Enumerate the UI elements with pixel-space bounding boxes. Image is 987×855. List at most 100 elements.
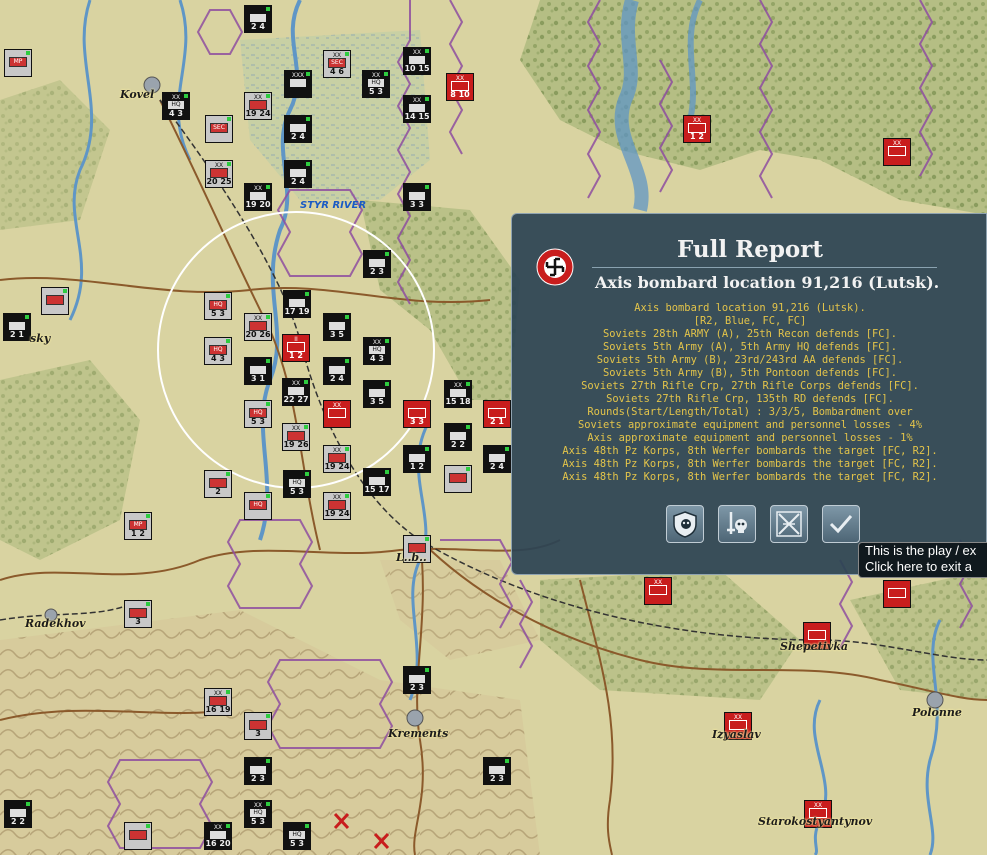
- unit-counter[interactable]: 3: [244, 712, 272, 740]
- shield-skull-button[interactable]: [666, 505, 704, 543]
- unit-type-symbol: [888, 588, 906, 598]
- unit-counter[interactable]: XX 22 27: [282, 378, 310, 406]
- unit-counter[interactable]: HQ: [244, 492, 272, 520]
- unit-strength-label: 19 26: [283, 440, 309, 449]
- unit-counter[interactable]: 3 3: [403, 400, 431, 428]
- unit-counter[interactable]: XX 19 24: [323, 445, 351, 473]
- unit-counter[interactable]: HQ 4 3: [204, 337, 232, 365]
- unit-status-indicator: [266, 402, 270, 406]
- unit-counter[interactable]: 1 2: [403, 445, 431, 473]
- unit-counter[interactable]: 15 17: [363, 468, 391, 496]
- unit-counter[interactable]: XX 19 24: [244, 92, 272, 120]
- unit-counter[interactable]: HQ 5 3: [244, 400, 272, 428]
- unit-counter[interactable]: II 1 2: [282, 334, 310, 362]
- unit-status-indicator: [345, 494, 349, 498]
- unit-counter[interactable]: 2 4: [244, 5, 272, 33]
- unit-counter[interactable]: XX 16 20: [204, 822, 232, 850]
- unit-counter[interactable]: 2 3: [403, 666, 431, 694]
- unit-counter[interactable]: XX 19 26: [282, 423, 310, 451]
- unit-counter[interactable]: HQ 5 3: [204, 292, 232, 320]
- unit-strength-label: 19 24: [324, 462, 350, 471]
- unit-status-indicator: [306, 162, 310, 166]
- unit-type-symbol: [46, 295, 64, 305]
- checkmark-icon: [829, 515, 853, 534]
- unit-strength-label: 3 3: [410, 200, 424, 209]
- unit-strength-label: 10 15: [404, 64, 430, 73]
- unit-counter[interactable]: XX HQ 4 3: [162, 92, 190, 120]
- unit-counter[interactable]: SEC: [205, 115, 233, 143]
- unit-counter[interactable]: XX 19 24: [323, 492, 351, 520]
- unit-status-indicator: [266, 802, 270, 806]
- unit-counter[interactable]: 2 4: [284, 160, 312, 188]
- unit-counter[interactable]: XX 15 18: [444, 380, 472, 408]
- unit-counter[interactable]: 3 3: [403, 183, 431, 211]
- unit-counter[interactable]: [124, 822, 152, 850]
- unit-status-indicator: [384, 72, 388, 76]
- unit-counter[interactable]: 2 3: [363, 250, 391, 278]
- unit-strength-label: 2 3: [251, 774, 265, 783]
- unit-counter[interactable]: MP 1 2: [124, 512, 152, 540]
- unit-counter[interactable]: 2 4: [284, 115, 312, 143]
- unit-strength-label: 2 4: [490, 462, 504, 471]
- unit-counter[interactable]: XX: [883, 138, 911, 166]
- unit-counter[interactable]: XX 20 25: [205, 160, 233, 188]
- unit-strength-label: 5 3: [211, 309, 225, 318]
- unit-counter[interactable]: 2 1: [483, 400, 511, 428]
- unit-counter[interactable]: XX 20 26: [244, 313, 272, 341]
- unit-counter[interactable]: 2 4: [323, 357, 351, 385]
- unit-counter[interactable]: XXX: [284, 70, 312, 98]
- unit-counter[interactable]: XX 19 20: [244, 183, 272, 211]
- shield-skull-icon: [673, 511, 697, 538]
- place-label-shepetivka: Shepetivka: [780, 640, 849, 653]
- unit-counter[interactable]: 3 1: [244, 357, 272, 385]
- report-line: Axis 48th Pz Korps, 8th Werfer bombards …: [562, 458, 938, 470]
- combat-button[interactable]: [770, 505, 808, 543]
- unit-counter[interactable]: 2 2: [444, 423, 472, 451]
- unit-strength-label: 2 1: [10, 330, 24, 339]
- unit-counter[interactable]: XX HQ 5 3: [362, 70, 390, 98]
- unit-counter[interactable]: XX: [323, 400, 351, 428]
- unit-counter[interactable]: XX 10 15: [403, 47, 431, 75]
- unit-strength-label: 15 18: [445, 397, 471, 406]
- unit-counter[interactable]: HQ 5 3: [283, 470, 311, 498]
- unit-counter[interactable]: [41, 287, 69, 315]
- unit-counter[interactable]: 2: [204, 470, 232, 498]
- confirm-button[interactable]: [822, 505, 860, 543]
- unit-counter[interactable]: XX HQ 4 3: [363, 337, 391, 365]
- unit-counter[interactable]: XX 8 10: [446, 73, 474, 101]
- unit-counter[interactable]: 17 19: [283, 290, 311, 318]
- unit-counter[interactable]: HQ 5 3: [283, 822, 311, 850]
- unit-counter[interactable]: MP: [4, 49, 32, 77]
- place-label-krements: Krements: [388, 727, 449, 740]
- unit-counter[interactable]: XX HQ 5 3: [244, 800, 272, 828]
- unit-strength-label: 2 4: [251, 22, 265, 31]
- report-subtitle: Axis bombard location 91,216 (Lutsk).: [595, 273, 940, 292]
- unit-counter[interactable]: 2 4: [483, 445, 511, 473]
- unit-status-indicator: [184, 94, 188, 98]
- unit-strength-label: 2 4: [330, 374, 344, 383]
- unit-counter[interactable]: 2 3: [483, 757, 511, 785]
- unit-counter[interactable]: XX 1 2: [683, 115, 711, 143]
- unit-counter[interactable]: XX SEC 4 6: [323, 50, 351, 78]
- sword-skull-icon: [727, 512, 747, 534]
- unit-strength-label: 4 3: [211, 354, 225, 363]
- unit-counter[interactable]: 2 1: [3, 313, 31, 341]
- sword-skull-button[interactable]: [718, 505, 756, 543]
- unit-counter[interactable]: 2 3: [244, 757, 272, 785]
- report-line: Soviets 5th Army (A), 5th Army HQ defend…: [602, 341, 898, 353]
- unit-strength-label: 2 1: [490, 417, 504, 426]
- unit-counter[interactable]: XX: [644, 577, 672, 605]
- report-line: Soviets 5th Army (B), 5th Pontoon defend…: [602, 367, 898, 379]
- unit-status-indicator: [226, 339, 230, 343]
- unit-counter[interactable]: XX 14 15: [403, 95, 431, 123]
- unit-counter[interactable]: 3: [124, 600, 152, 628]
- unit-counter[interactable]: [883, 580, 911, 608]
- unit-counter[interactable]: XX 16 19: [204, 688, 232, 716]
- unit-strength-label: 14 15: [404, 112, 430, 121]
- unit-status-indicator: [345, 447, 349, 451]
- unit-counter[interactable]: 2 2: [4, 800, 32, 828]
- unit-counter[interactable]: [444, 465, 472, 493]
- unit-strength-label: 1 2: [410, 462, 424, 471]
- unit-counter[interactable]: 3 5: [323, 313, 351, 341]
- unit-counter[interactable]: 3 5: [363, 380, 391, 408]
